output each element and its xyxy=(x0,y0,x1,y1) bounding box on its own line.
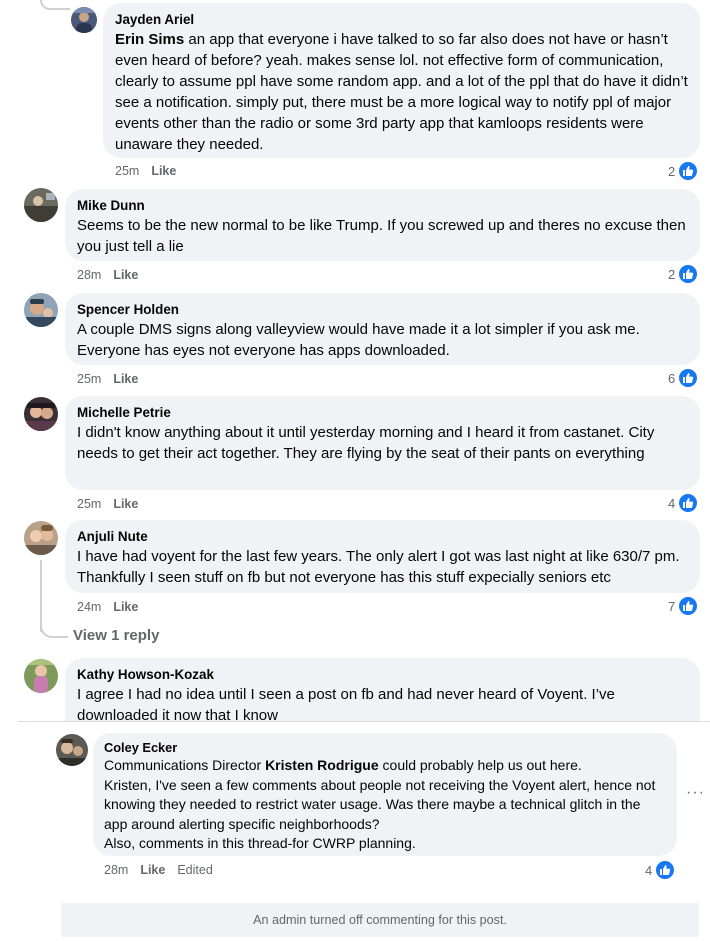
reaction-count: 6 xyxy=(668,370,676,386)
avatar[interactable] xyxy=(24,659,58,693)
comment-line: Communications Director Kristen Rodrigue… xyxy=(104,756,666,776)
comment-meta: 28m Like xyxy=(77,267,150,283)
like-button[interactable]: Like xyxy=(113,268,138,282)
comment-line: Kristen, I've seen a few comments about … xyxy=(104,776,656,832)
edited-label[interactable]: Edited xyxy=(177,863,212,877)
view-replies-link[interactable]: View 1 reply xyxy=(73,627,159,644)
comment-bubble: Michelle Petrie I didn't know anything a… xyxy=(65,396,700,490)
avatar[interactable] xyxy=(24,293,58,327)
thumbs-up-icon xyxy=(678,493,699,513)
like-button[interactable]: Like xyxy=(140,863,165,877)
notice-text: An admin turned off commenting for this … xyxy=(253,913,507,927)
comment-author[interactable]: Spencer Holden xyxy=(77,301,688,319)
thumbs-up-icon xyxy=(655,860,676,880)
reaction-count: 4 xyxy=(645,862,653,878)
comment-meta: 24m Like xyxy=(77,599,150,615)
reaction-count: 2 xyxy=(668,266,676,282)
comment-text: I agree I had no idea until I seen a pos… xyxy=(77,686,615,721)
comment-text: Erin Sims an app that everyone i have ta… xyxy=(115,29,688,155)
comment-bubble: Mike Dunn Seems to be the new normal to … xyxy=(65,189,700,261)
comment-author[interactable]: Mike Dunn xyxy=(77,197,688,215)
thumbs-up-icon xyxy=(678,264,699,284)
thumbs-up-icon xyxy=(678,596,699,616)
like-button[interactable]: Like xyxy=(113,372,138,386)
comment-text-body: an app that everyone i have talked to so… xyxy=(115,31,688,153)
thread-connector xyxy=(40,0,70,10)
comment-meta: 25m Like xyxy=(115,163,188,179)
reaction-summary[interactable]: 6 xyxy=(668,368,699,388)
like-button[interactable]: Like xyxy=(113,600,138,614)
avatar[interactable] xyxy=(24,188,58,222)
commenting-disabled-notice: An admin turned off commenting for this … xyxy=(61,903,699,937)
comment-bubble: Coley Ecker Communications Director Kris… xyxy=(93,733,677,856)
comment-text: I have had voyent for the last few years… xyxy=(77,548,680,586)
comment-author[interactable]: Jayden Ariel xyxy=(115,11,688,29)
comment-bubble: Jayden Ariel Erin Sims an app that every… xyxy=(103,3,700,158)
comment-timestamp[interactable]: 25m xyxy=(115,164,139,178)
like-button[interactable]: Like xyxy=(151,164,176,178)
like-button[interactable]: Like xyxy=(113,497,138,511)
section-divider xyxy=(18,721,710,722)
reaction-summary[interactable]: 2 xyxy=(668,161,699,181)
comment-text: Communications Director Kristen Rodrigue… xyxy=(104,756,666,854)
comment-timestamp[interactable]: 28m xyxy=(77,268,101,282)
thumbs-up-icon xyxy=(678,368,699,388)
comment-timestamp[interactable]: 25m xyxy=(77,497,101,511)
comment-author[interactable]: Coley Ecker xyxy=(104,740,666,756)
comment-timestamp[interactable]: 24m xyxy=(77,600,101,614)
more-options-button[interactable]: ··· xyxy=(686,784,705,802)
comment-text: Seems to be the new normal to be like Tr… xyxy=(77,217,686,255)
comment-timestamp[interactable]: 25m xyxy=(77,372,101,386)
comment-text: I didn't know anything about it until ye… xyxy=(77,424,655,462)
mention-link[interactable]: Kristen Rodrigue xyxy=(265,757,379,773)
thread-connector xyxy=(40,618,68,638)
reaction-count: 4 xyxy=(668,495,676,511)
comment-text: A couple DMS signs along valleyview woul… xyxy=(77,321,640,359)
avatar[interactable] xyxy=(71,7,97,33)
comment-text-body: Communications Director xyxy=(104,757,266,773)
comment-bubble: Spencer Holden A couple DMS signs along … xyxy=(65,293,700,365)
mention-link[interactable]: Erin Sims xyxy=(115,31,184,48)
reaction-summary[interactable]: 7 xyxy=(668,596,699,616)
reaction-summary[interactable]: 4 xyxy=(645,860,676,880)
comment-bubble: Kathy Howson-Kozak I agree I had no idea… xyxy=(65,658,700,721)
thumbs-up-icon xyxy=(678,161,699,181)
comment-meta: 25m Like xyxy=(77,371,150,387)
comment-line: Also, comments in this thread-for CWRP p… xyxy=(104,835,416,851)
reaction-summary[interactable]: 2 xyxy=(668,264,699,284)
comment-author[interactable]: Michelle Petrie xyxy=(77,404,688,422)
comment-meta: 25m Like xyxy=(77,496,150,512)
comment-bubble: Anjuli Nute I have had voyent for the la… xyxy=(65,520,700,593)
reaction-count: 2 xyxy=(668,163,676,179)
comment-timestamp[interactable]: 28m xyxy=(104,863,128,877)
avatar[interactable] xyxy=(24,521,58,555)
comment-author[interactable]: Kathy Howson-Kozak xyxy=(77,666,688,684)
avatar[interactable] xyxy=(24,397,58,431)
comment-author[interactable]: Anjuli Nute xyxy=(77,528,688,546)
comment-meta: 28m Like Edited xyxy=(104,862,225,878)
avatar[interactable] xyxy=(56,734,88,766)
reaction-summary[interactable]: 4 xyxy=(668,493,699,513)
comment-text-body: could probably help us out here. xyxy=(378,757,582,773)
reaction-count: 7 xyxy=(668,598,676,614)
